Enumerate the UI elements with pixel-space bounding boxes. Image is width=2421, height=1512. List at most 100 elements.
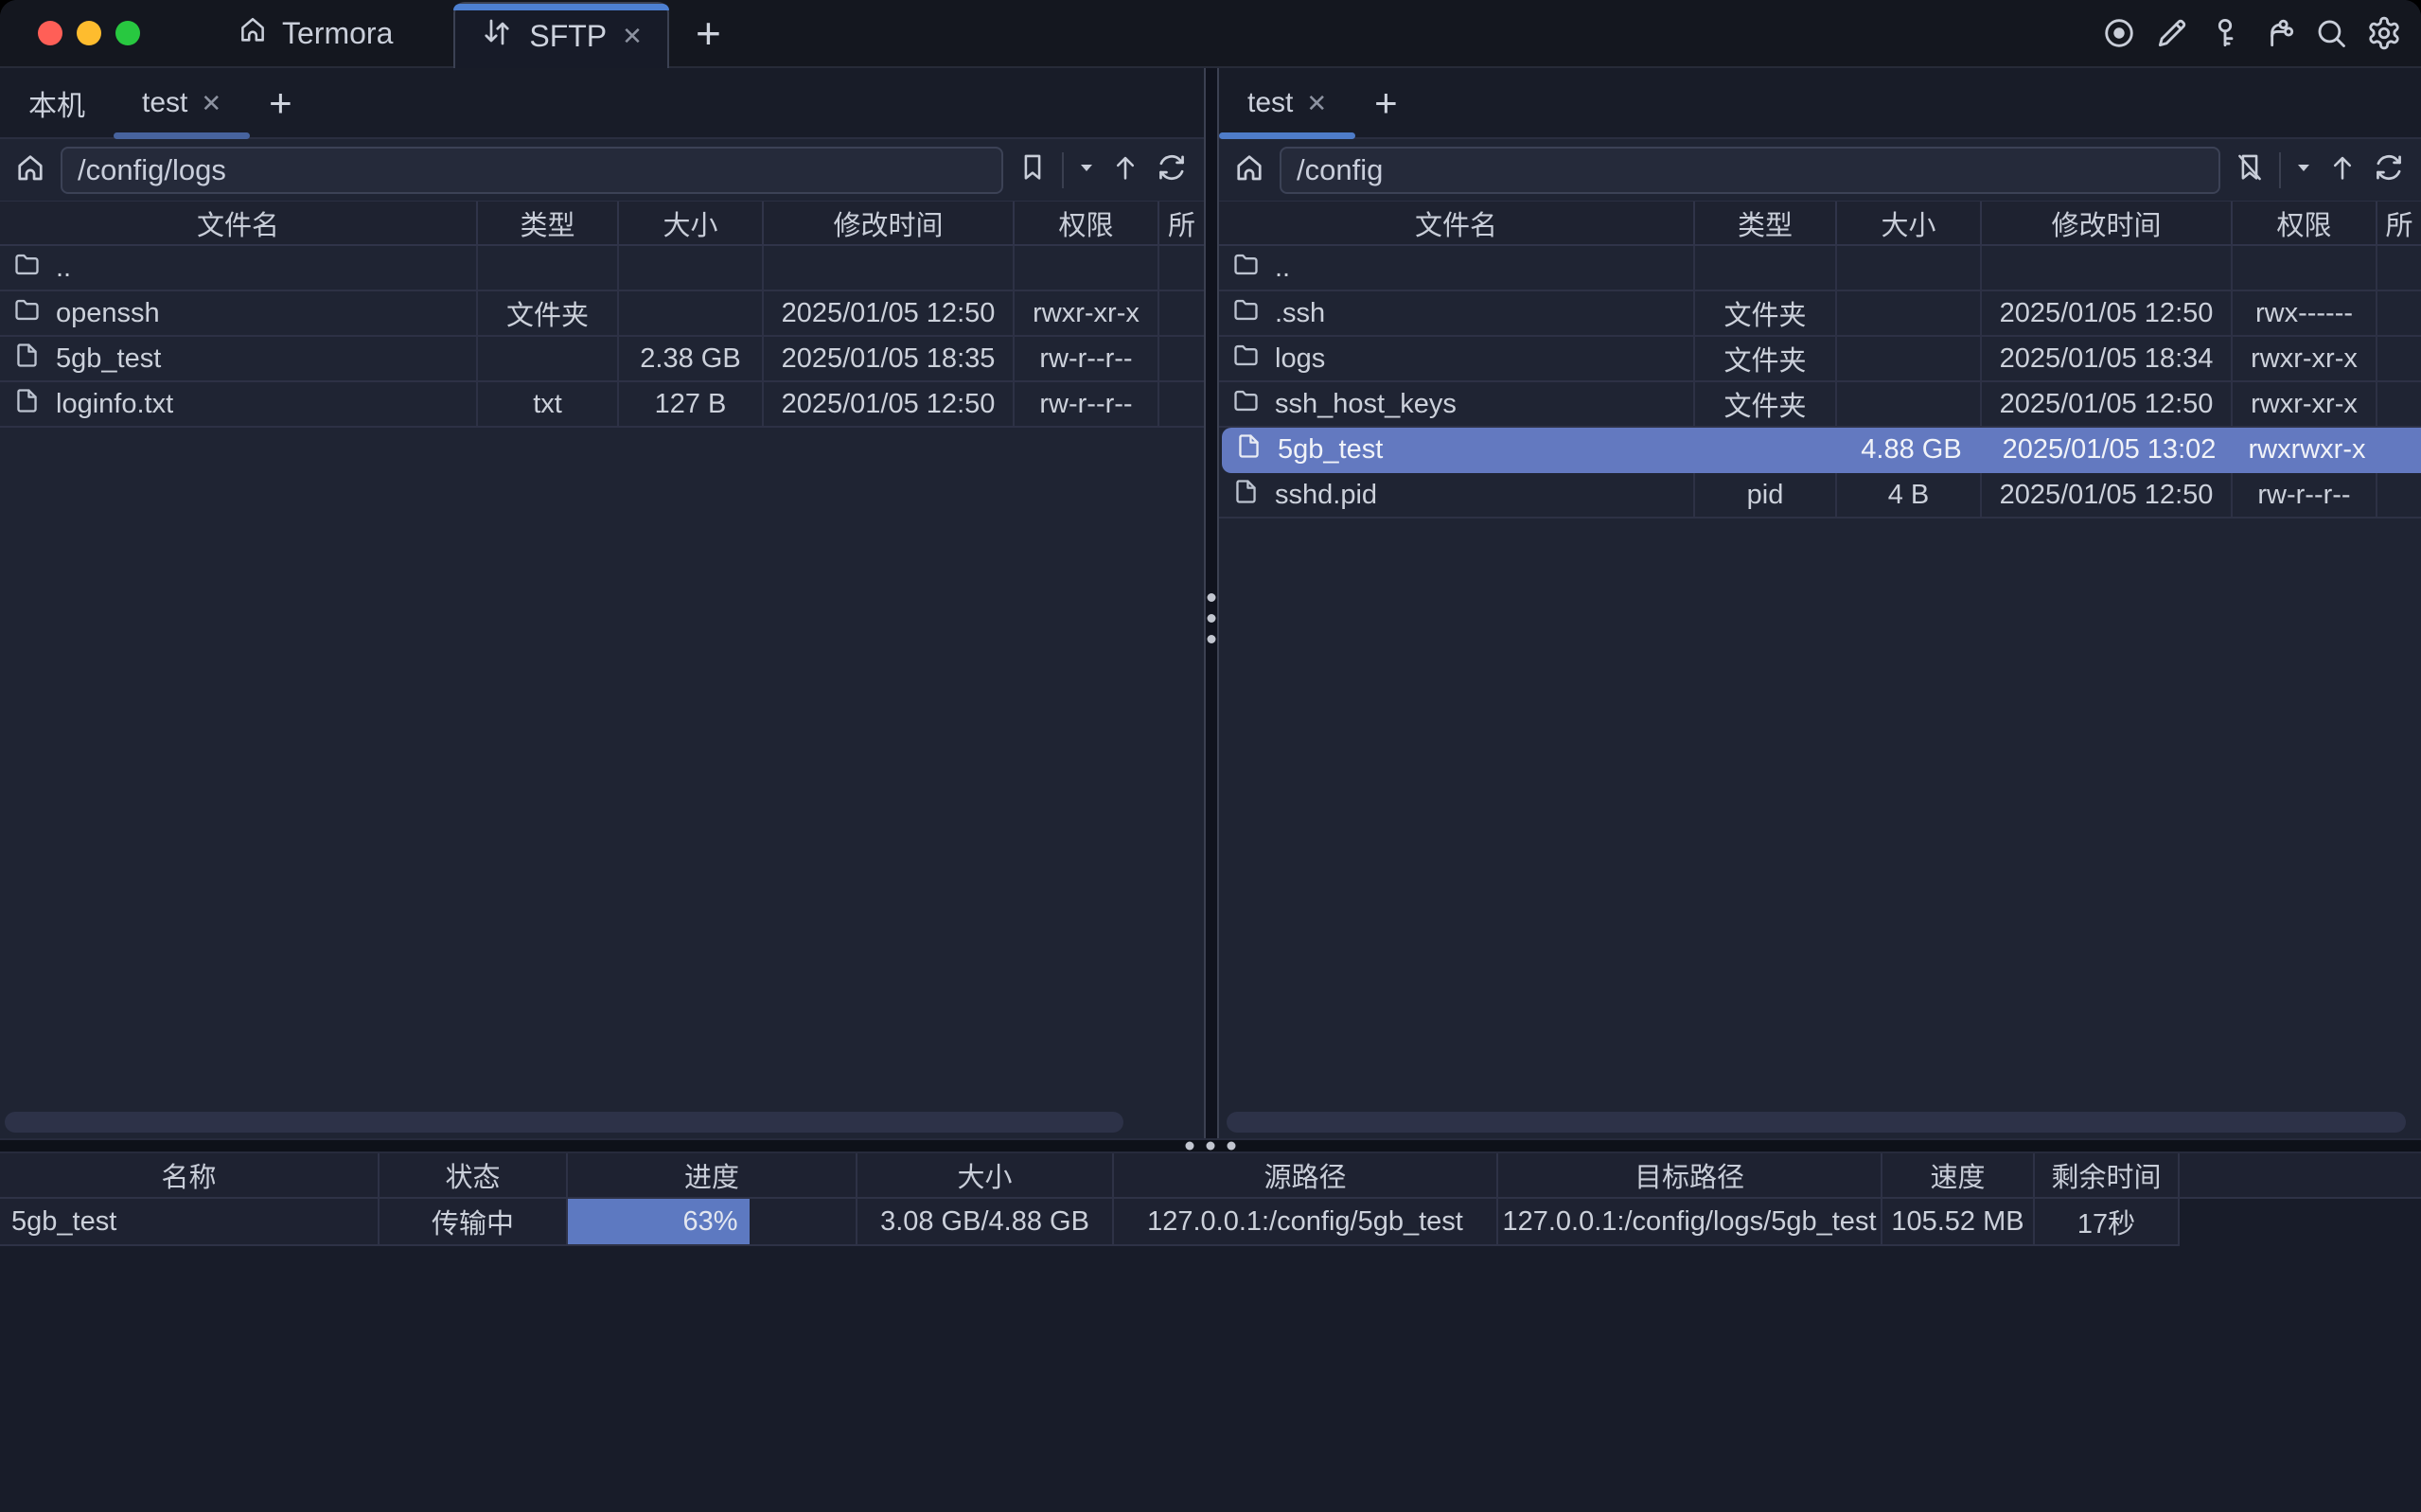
titlebar: Termora SFTP ✕ +	[0, 0, 2421, 68]
column-header-owner[interactable]: 所	[2377, 202, 2421, 244]
minimize-window-button[interactable]	[77, 21, 101, 45]
zoom-window-button[interactable]	[115, 21, 140, 45]
table-header: 文件名 类型 大小 修改时间 权限 所	[0, 201, 1204, 246]
local-pane-tabs: 本机 test ✕ +	[0, 68, 1204, 139]
column-header-progress[interactable]: 进度	[568, 1153, 857, 1199]
refresh-icon[interactable]	[2372, 150, 2406, 189]
close-icon[interactable]: ✕	[622, 24, 643, 48]
chevron-down-icon[interactable]	[1077, 158, 1096, 182]
search-icon[interactable]	[2313, 15, 2349, 51]
edit-icon[interactable]	[2154, 15, 2190, 51]
refresh-icon[interactable]	[1155, 150, 1189, 189]
progress-label: 63%	[682, 1206, 737, 1238]
settings-icon[interactable]	[2366, 15, 2402, 51]
transfer-arrows-icon	[480, 15, 514, 57]
file-name: logs	[1275, 343, 1325, 375]
active-tab-accent	[453, 4, 669, 10]
tab-remote-test[interactable]: test ✕	[1219, 68, 1355, 137]
home-icon	[237, 13, 269, 53]
column-header-speed[interactable]: 速度	[1882, 1153, 2035, 1199]
chevron-down-icon[interactable]	[2294, 158, 2313, 182]
tab-home[interactable]: Termora	[227, 13, 402, 53]
key-icon[interactable]	[2207, 15, 2243, 51]
column-header-name[interactable]: 文件名	[0, 202, 478, 244]
table-row[interactable]: ssh_host_keys 文件夹 2025/01/05 12:50 rwxr-…	[1219, 382, 2421, 428]
column-header-target[interactable]: 目标路径	[1498, 1153, 1882, 1199]
column-header-perms[interactable]: 权限	[1015, 202, 1159, 244]
table-header: 文件名 类型 大小 修改时间 权限 所	[1219, 201, 2421, 246]
column-header-name[interactable]: 文件名	[1219, 202, 1695, 244]
remote-pane: test ✕ +	[1219, 68, 2421, 1138]
local-file-table: 文件名 类型 大小 修改时间 权限 所 ..	[0, 201, 1204, 428]
new-local-tab-button[interactable]: +	[250, 68, 311, 137]
column-header-owner[interactable]: 所	[1159, 202, 1204, 244]
table-row[interactable]: 5gb_test 2.38 GB 2025/01/05 18:35 rw-r--…	[0, 337, 1204, 382]
column-header-modified[interactable]: 修改时间	[1982, 202, 2233, 244]
file-icon	[12, 386, 42, 423]
home-icon[interactable]	[1232, 150, 1266, 189]
toolbar	[2101, 15, 2421, 51]
remote-path-input[interactable]	[1280, 147, 2220, 194]
local-pathbar	[0, 139, 1204, 201]
column-header-status[interactable]: 状态	[380, 1153, 568, 1199]
app-tab-label: Termora	[282, 16, 393, 51]
close-window-button[interactable]	[38, 21, 62, 45]
branch-icon[interactable]	[2260, 15, 2296, 51]
column-header-type[interactable]: 类型	[478, 202, 619, 244]
horizontal-scrollbar[interactable]	[1227, 1112, 2406, 1133]
file-name: .ssh	[1275, 298, 1325, 329]
active-tab-underline	[1219, 132, 1355, 139]
home-icon[interactable]	[13, 150, 47, 189]
column-header-size[interactable]: 大小	[619, 202, 764, 244]
local-path-input[interactable]	[61, 147, 1003, 194]
folder-icon	[1231, 250, 1261, 287]
bookmark-icon[interactable]	[1016, 151, 1049, 188]
close-icon[interactable]: ✕	[1306, 91, 1327, 115]
record-icon[interactable]	[2101, 15, 2137, 51]
transfer-row[interactable]: 5gb_test 传输中 63% 3.08 GB/4.88 GB 127.0.0…	[0, 1199, 2421, 1246]
column-header-size[interactable]: 大小	[1837, 202, 1982, 244]
splitter-handle-dots	[1186, 1142, 1236, 1151]
table-row[interactable]: logs 文件夹 2025/01/05 18:34 rwxr-xr-x	[1219, 337, 2421, 382]
table-row[interactable]: ..	[1219, 246, 2421, 291]
close-icon[interactable]: ✕	[201, 91, 221, 115]
column-header-type[interactable]: 类型	[1695, 202, 1837, 244]
file-name: 5gb_test	[56, 343, 161, 375]
column-header-size[interactable]: 大小	[857, 1153, 1114, 1199]
pane-splitter-horizontal[interactable]	[0, 1138, 2421, 1153]
table-row[interactable]: openssh 文件夹 2025/01/05 12:50 rwxr-xr-x	[0, 291, 1204, 337]
tab-label: 本机	[28, 82, 85, 124]
file-name: 5gb_test	[1278, 434, 1383, 466]
column-header-perms[interactable]: 权限	[2233, 202, 2377, 244]
transfer-target-path: 127.0.0.1:/config/logs/5gb_test	[1498, 1199, 1882, 1246]
active-tab-underline	[114, 132, 250, 139]
transfer-progress-bar: 63%	[568, 1199, 857, 1246]
parent-directory-icon[interactable]	[1109, 151, 1141, 188]
new-remote-tab-button[interactable]: +	[1355, 68, 1417, 137]
file-name: ..	[56, 253, 71, 284]
column-header-remaining[interactable]: 剩余时间	[2035, 1153, 2180, 1199]
transfer-name: 5gb_test	[0, 1199, 380, 1246]
transfer-remaining-time: 17秒	[2035, 1199, 2180, 1246]
bookmark-slash-icon[interactable]	[2234, 151, 2266, 188]
pane-splitter-vertical[interactable]	[1204, 68, 1219, 1138]
remote-pane-tabs: test ✕ +	[1219, 68, 2421, 139]
column-header-source[interactable]: 源路径	[1114, 1153, 1498, 1199]
new-main-tab-button[interactable]: +	[696, 11, 721, 55]
tab-sftp[interactable]: SFTP ✕	[453, 2, 669, 68]
transfer-source-path: 127.0.0.1:/config/5gb_test	[1114, 1199, 1498, 1246]
transfer-size: 3.08 GB/4.88 GB	[857, 1199, 1114, 1246]
table-row[interactable]: loginfo.txt txt 127 B 2025/01/05 12:50 r…	[0, 382, 1204, 428]
table-row[interactable]: ..	[0, 246, 1204, 291]
table-row[interactable]: sshd.pid pid 4 B 2025/01/05 12:50 rw-r--…	[1219, 473, 2421, 519]
tab-local-machine[interactable]: 本机	[0, 68, 114, 137]
column-header-modified[interactable]: 修改时间	[764, 202, 1015, 244]
table-row-selected[interactable]: 5gb_test 4.88 GB 2025/01/05 13:02 rwxrwx…	[1222, 428, 2421, 473]
tab-local-test[interactable]: test ✕	[114, 68, 250, 137]
file-name: sshd.pid	[1275, 480, 1377, 511]
table-row[interactable]: .ssh 文件夹 2025/01/05 12:50 rwx------	[1219, 291, 2421, 337]
column-header-name[interactable]: 名称	[0, 1153, 380, 1199]
parent-directory-icon[interactable]	[2326, 151, 2359, 188]
sftp-dual-pane: 本机 test ✕ +	[0, 68, 2421, 1138]
horizontal-scrollbar[interactable]	[5, 1112, 1123, 1133]
